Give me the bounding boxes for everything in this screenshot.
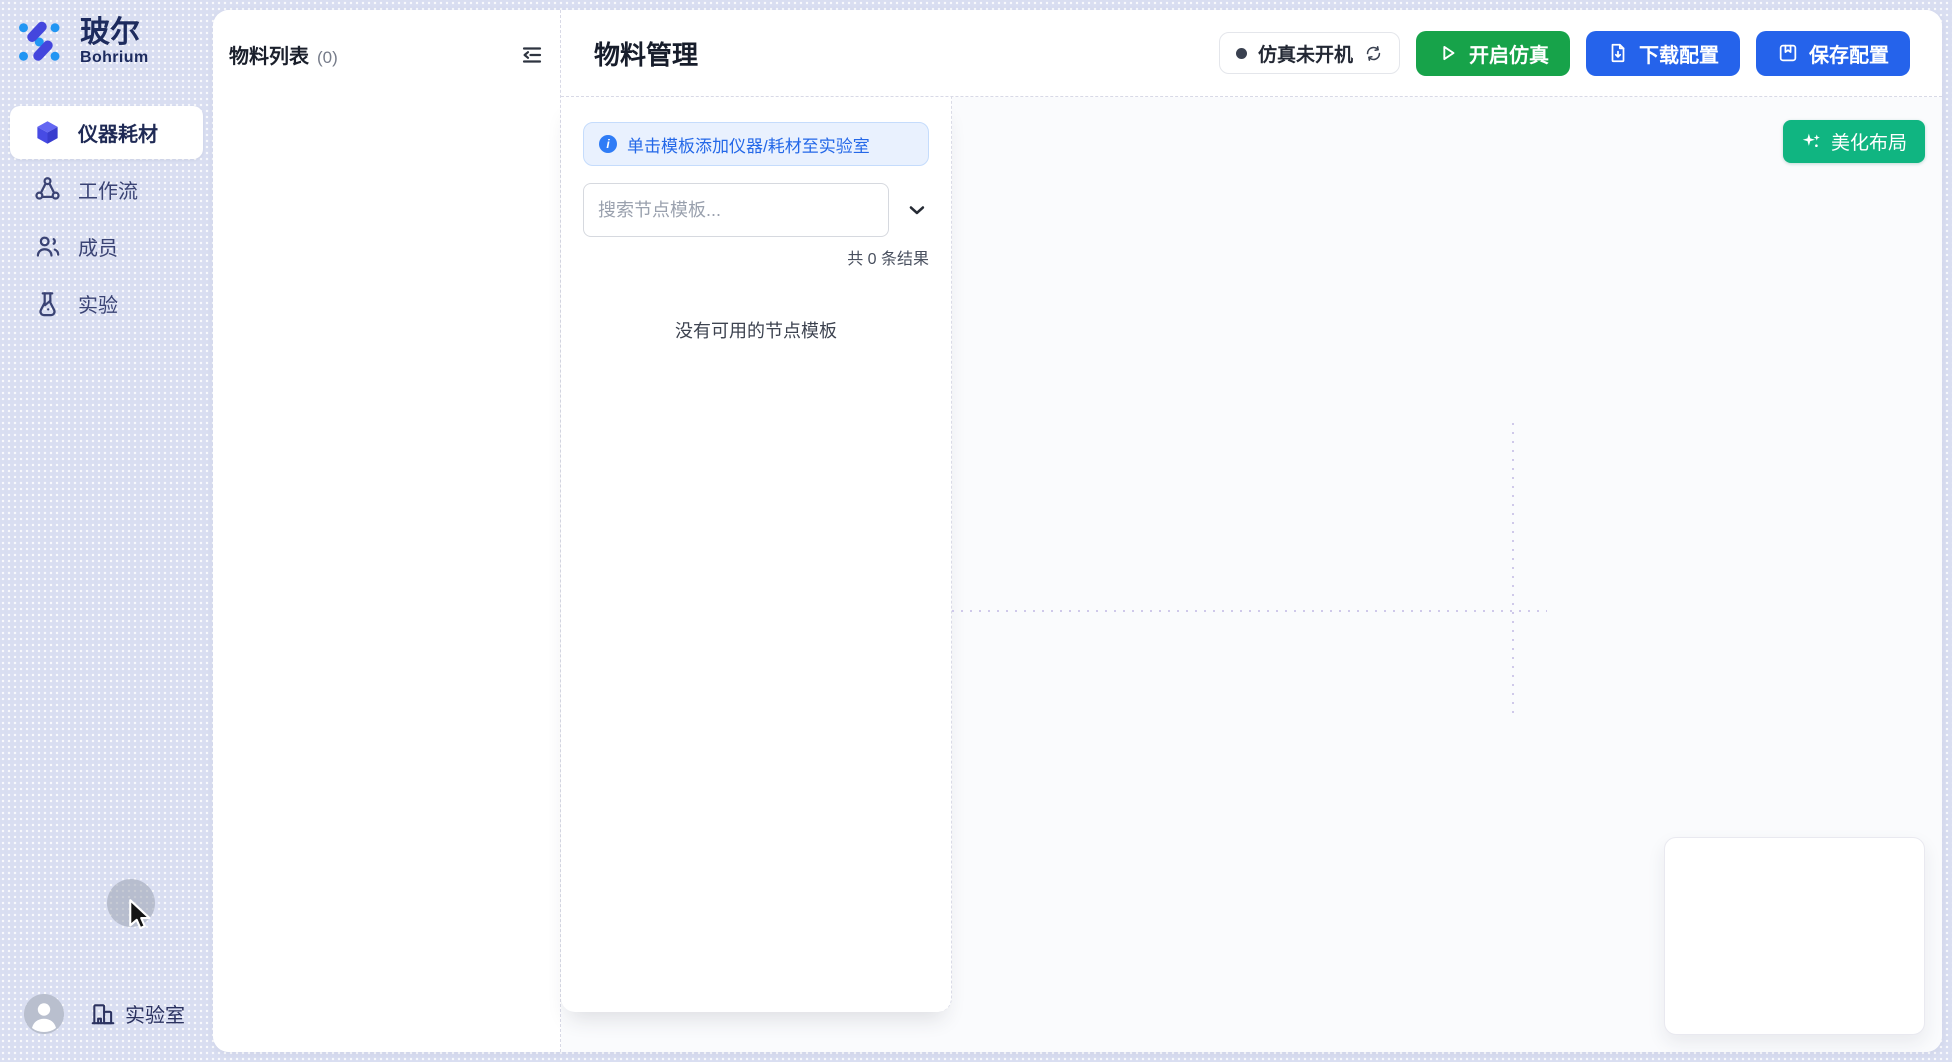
sidebar: 玻尔 Bohrium 仪器耗材 工作流: [0, 0, 213, 1062]
sparkles-icon: [1801, 131, 1822, 152]
sidebar-item-experiment[interactable]: 实验: [10, 277, 203, 330]
template-panel: i 单击模板添加仪器/耗材至实验室 共 0 条结果 没有可用的节点模板: [561, 97, 952, 1012]
content-card: 物料列表 (0) 物料管理 仿真未开机: [213, 10, 1942, 1052]
cursor-arrow-icon: [122, 896, 158, 932]
lab-label: 实验室: [125, 999, 185, 1028]
sidebar-item-label: 成员: [78, 232, 118, 261]
empty-templates-message: 没有可用的节点模板: [561, 317, 951, 343]
refresh-status-icon[interactable]: [1364, 44, 1383, 63]
materials-panel-title: 物料列表: [229, 40, 309, 69]
brand-text: 玻尔 Bohrium: [80, 16, 149, 67]
sidebar-footer: 实验室: [0, 992, 213, 1036]
materials-panel-header: 物料列表 (0): [213, 10, 560, 69]
download-config-button[interactable]: 下载配置: [1586, 31, 1740, 76]
click-highlight: [107, 879, 155, 927]
template-hint-banner: i 单击模板添加仪器/耗材至实验室: [583, 122, 929, 166]
cube-icon: [34, 119, 61, 146]
beautify-layout-label: 美化布局: [1831, 128, 1907, 155]
collapse-panel-icon[interactable]: [520, 43, 544, 67]
sidebar-item-label: 仪器耗材: [78, 118, 158, 147]
workflow-icon: [34, 176, 61, 203]
topbar: 物料管理 仿真未开机 开启仿真: [561, 10, 1942, 97]
bohrium-logo-icon: [16, 18, 64, 66]
sidebar-nav: 仪器耗材 工作流 成员: [0, 106, 213, 334]
canvas-guide-horizontal: [952, 610, 1547, 612]
lab-switcher[interactable]: 实验室: [90, 999, 185, 1028]
sidebar-item-members[interactable]: 成员: [10, 220, 203, 273]
brand-name-cn: 玻尔: [80, 16, 149, 49]
template-search-input[interactable]: [583, 183, 889, 237]
avatar-person-icon: [24, 994, 64, 1034]
info-icon: i: [599, 135, 617, 153]
save-config-label: 保存配置: [1809, 39, 1889, 68]
simulation-status-pill: 仿真未开机: [1219, 32, 1400, 74]
experiment-icon: [34, 290, 61, 317]
page-title: 物料管理: [594, 35, 698, 72]
flow-canvas[interactable]: i 单击模板添加仪器/耗材至实验室 共 0 条结果 没有可用的节点模板: [561, 97, 1942, 1052]
beautify-layout-button[interactable]: 美化布局: [1783, 120, 1925, 163]
topbar-controls: 仿真未开机 开启仿真: [1219, 31, 1910, 76]
save-config-button[interactable]: 保存配置: [1756, 31, 1910, 76]
file-download-icon: [1607, 42, 1629, 64]
download-config-label: 下载配置: [1639, 39, 1719, 68]
start-simulation-label: 开启仿真: [1469, 39, 1549, 68]
save-bookmark-icon: [1777, 42, 1799, 64]
chevron-down-icon[interactable]: [905, 198, 929, 222]
template-search-row: [583, 183, 929, 237]
play-icon: [1437, 42, 1459, 64]
status-dot: [1236, 48, 1247, 59]
start-simulation-button[interactable]: 开启仿真: [1416, 31, 1570, 76]
banner-text: 单击模板添加仪器/耗材至实验室: [627, 132, 870, 157]
sidebar-item-label: 实验: [78, 289, 118, 318]
sidebar-item-workflow[interactable]: 工作流: [10, 163, 203, 216]
members-icon: [34, 233, 61, 260]
sidebar-item-instruments[interactable]: 仪器耗材: [10, 106, 203, 159]
materials-count-badge: (0): [317, 48, 338, 68]
simulation-status-label: 仿真未开机: [1258, 40, 1353, 67]
building-icon: [90, 1001, 116, 1027]
canvas-guide-vertical: [1512, 423, 1514, 716]
canvas-minimap[interactable]: [1664, 837, 1925, 1035]
results-count: 共 0 条结果: [561, 245, 951, 269]
brand-name-en: Bohrium: [80, 49, 149, 67]
sidebar-item-label: 工作流: [78, 175, 138, 204]
main-area: 物料管理 仿真未开机 开启仿真: [561, 10, 1942, 1052]
brand-logo: 玻尔 Bohrium: [16, 16, 149, 67]
user-avatar[interactable]: [24, 994, 64, 1034]
materials-list-panel: 物料列表 (0): [213, 10, 561, 1052]
